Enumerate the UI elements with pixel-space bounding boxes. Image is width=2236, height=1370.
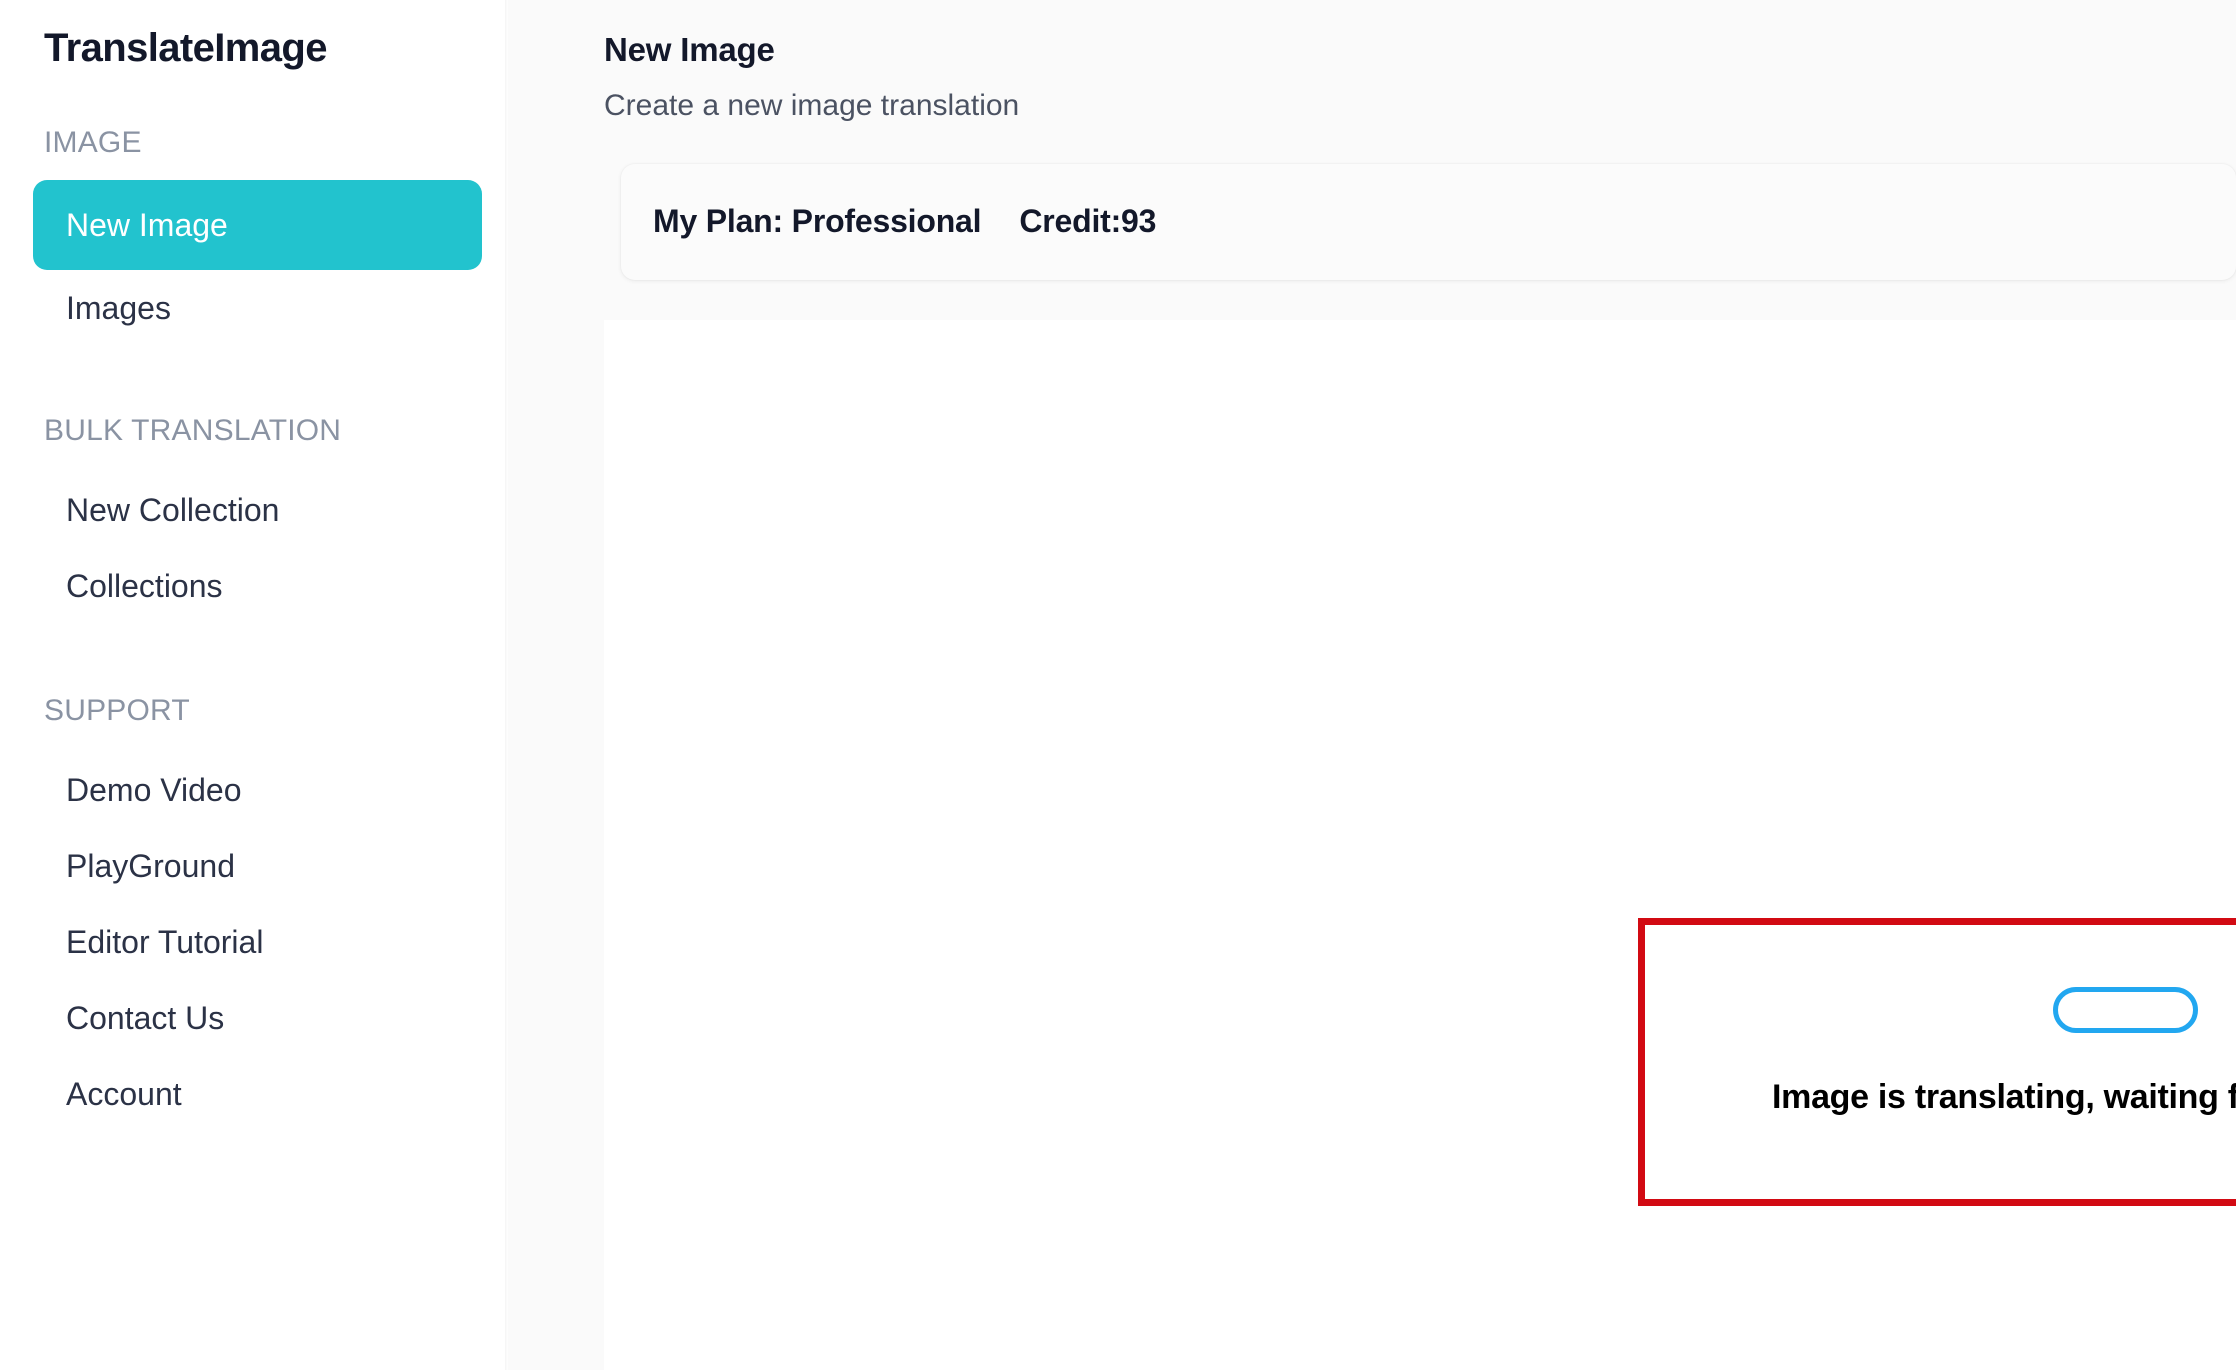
- translation-status-message: Image is translating, waiting for 1-3 mi…: [1772, 1078, 2236, 1116]
- sidebar-nav: IMAGE New Image Images BULK TRANSLATION …: [0, 128, 508, 1132]
- sidebar-item-new-collection[interactable]: New Collection: [0, 472, 508, 548]
- sidebar-section-label-support: SUPPORT: [44, 694, 190, 727]
- plan-label: My Plan: Professional: [653, 203, 982, 240]
- page-subtitle: Create a new image translation: [604, 88, 1020, 122]
- sidebar-item-images[interactable]: Images: [0, 270, 508, 346]
- sidebar-item-collections[interactable]: Collections: [0, 548, 508, 624]
- credit-label: Credit:93: [1019, 203, 1157, 240]
- main-content: New Image Create a new image translation…: [508, 0, 2236, 1370]
- sidebar-item-editor-tutorial[interactable]: Editor Tutorial: [0, 904, 508, 980]
- sidebar: TranslateImage IMAGE New Image Images BU…: [0, 0, 508, 1370]
- sidebar-section-image: IMAGE New Image Images: [0, 128, 508, 346]
- loading-spinner-icon: [2052, 987, 2198, 1033]
- sidebar-section-bulk-translation: BULK TRANSLATION New Collection Collecti…: [0, 416, 508, 624]
- sidebar-item-new-image[interactable]: New Image: [33, 180, 482, 270]
- page-title: New Image: [604, 31, 775, 68]
- sidebar-section-label-image: IMAGE: [44, 126, 142, 159]
- sidebar-section-label-bulk-translation: BULK TRANSLATION: [44, 414, 342, 447]
- brand-logo-title: TranslateImage: [44, 26, 327, 70]
- sidebar-item-playground[interactable]: PlayGround: [0, 828, 508, 904]
- sidebar-item-contact-us[interactable]: Contact Us: [0, 980, 508, 1056]
- workspace-panel: [604, 320, 2236, 1370]
- translation-status-box: Image is translating, waiting for 1-3 mi…: [1638, 918, 2236, 1206]
- app-root: TranslateImage IMAGE New Image Images BU…: [0, 0, 2236, 1370]
- sidebar-item-account[interactable]: Account: [0, 1056, 508, 1132]
- plan-credit-bar: My Plan: Professional Credit:93: [621, 163, 2236, 280]
- sidebar-divider: [505, 0, 508, 1370]
- sidebar-section-support: SUPPORT Demo Video PlayGround Editor Tut…: [0, 696, 508, 1132]
- translation-status-inner: Image is translating, waiting for 1-3 mi…: [1645, 925, 2236, 1199]
- sidebar-item-demo-video[interactable]: Demo Video: [0, 752, 508, 828]
